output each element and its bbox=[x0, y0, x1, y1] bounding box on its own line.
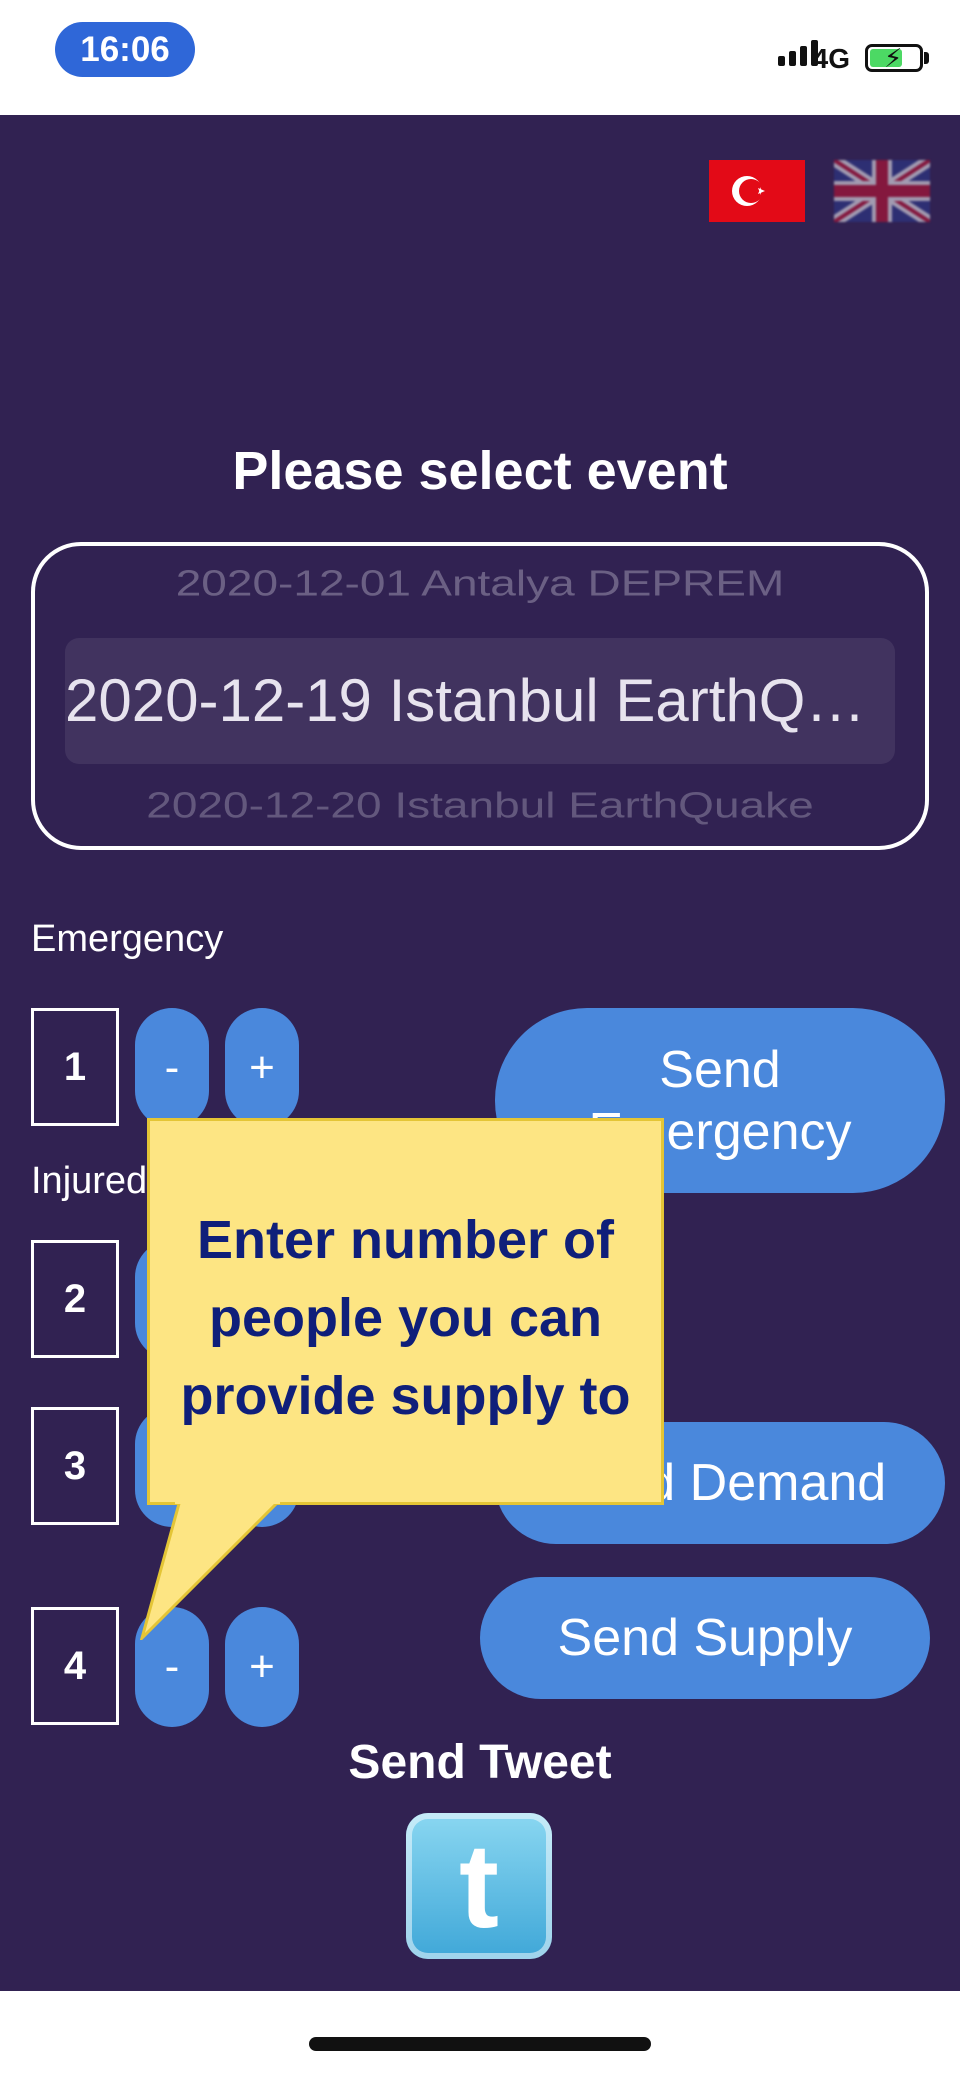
send-tweet-label: Send Tweet bbox=[348, 1736, 612, 1789]
injured-label: Injured bbox=[31, 1160, 148, 1202]
turkish-flag-icon bbox=[709, 160, 805, 222]
network-type: 4G bbox=[812, 43, 850, 74]
event-picker[interactable]: 2020-12-01 Antalya DEPREM 2020-12-19 Ist… bbox=[31, 542, 929, 850]
battery-tip bbox=[924, 52, 929, 64]
status-time: 16:06 bbox=[55, 22, 195, 77]
event-picker-title: Please select event bbox=[232, 441, 728, 501]
uk-flag-icon bbox=[834, 160, 930, 222]
injured-count[interactable]: 2 bbox=[31, 1240, 119, 1358]
supply-count[interactable]: 4 bbox=[31, 1607, 119, 1725]
twitter-icon[interactable]: t bbox=[406, 1813, 552, 1959]
emergency-minus-button[interactable]: - bbox=[135, 1008, 209, 1128]
picker-option-previous[interactable]: 2020-12-01 Antalya DEPREM bbox=[35, 562, 925, 604]
tooltip-pointer bbox=[140, 1500, 280, 1640]
home-indicator[interactable] bbox=[309, 2037, 651, 2051]
picker-option-next[interactable]: 2020-12-20 Istanbul EarthQuake bbox=[35, 784, 925, 826]
status-bar: 16:06 4G ⚡ bbox=[0, 0, 960, 115]
battery-icon: ⚡ bbox=[865, 43, 923, 73]
tooltip-text: Enter number of people you can provide s… bbox=[180, 1210, 631, 1426]
emergency-plus-button[interactable]: + bbox=[225, 1008, 299, 1128]
uk-flag-button[interactable] bbox=[834, 160, 930, 222]
picker-option-selected[interactable]: 2020-12-19 Istanbul EarthQuake bbox=[35, 666, 925, 735]
turkish-flag-button[interactable] bbox=[709, 160, 805, 222]
send-supply-button[interactable]: Send Supply bbox=[480, 1577, 930, 1699]
emergency-label: Emergency bbox=[31, 918, 224, 960]
home-bar bbox=[0, 1991, 960, 2079]
tutorial-tooltip: Enter number of people you can provide s… bbox=[147, 1118, 664, 1505]
demand-count[interactable]: 3 bbox=[31, 1407, 119, 1525]
emergency-count[interactable]: 1 bbox=[31, 1008, 119, 1126]
